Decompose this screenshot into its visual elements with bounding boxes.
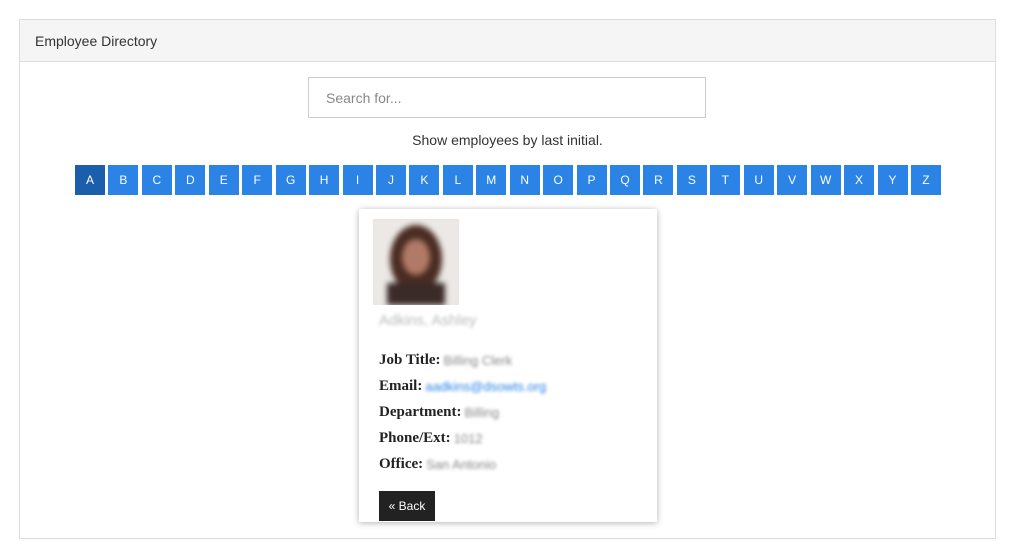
letter-button-u[interactable]: U	[743, 165, 774, 195]
letter-button-q[interactable]: Q	[610, 165, 640, 195]
letter-button-e[interactable]: E	[208, 165, 239, 195]
employee-name: Adkins, Ashley	[379, 312, 477, 329]
initial-hint: Show employees by last initial.	[412, 132, 603, 148]
letter-button-c[interactable]: C	[141, 165, 172, 195]
letter-button-a[interactable]: A	[75, 165, 105, 195]
letter-button-r[interactable]: R	[643, 165, 674, 195]
office-value: San Antonio	[426, 457, 497, 472]
letter-button-p[interactable]: P	[576, 165, 607, 195]
email-row: Email: aadkins@dsowts.org	[379, 378, 546, 395]
letter-button-o[interactable]: O	[543, 165, 574, 195]
letter-button-f[interactable]: F	[242, 165, 273, 195]
email-label: Email:	[379, 378, 423, 394]
back-button[interactable]: « Back	[379, 491, 435, 521]
letter-button-w[interactable]: W	[810, 165, 841, 195]
directory-panel: Employee Directory Show employees by las…	[19, 19, 996, 539]
job-title-value: Billing Clerk	[443, 353, 513, 368]
letter-button-y[interactable]: Y	[877, 165, 908, 195]
job-title-row: Job Title: Billing Clerk	[379, 352, 512, 369]
department-value: Billing	[464, 405, 500, 420]
letter-button-g[interactable]: G	[275, 165, 306, 195]
phone-row: Phone/Ext: 1012	[379, 430, 483, 447]
letter-button-k[interactable]: K	[409, 165, 440, 195]
phone-label: Phone/Ext:	[379, 430, 451, 446]
office-row: Office: San Antonio	[379, 456, 496, 473]
letter-button-m[interactable]: M	[476, 165, 507, 195]
department-label: Department:	[379, 404, 462, 420]
phone-value: 1012	[453, 431, 483, 446]
panel-title: Employee Directory	[35, 32, 158, 49]
letter-button-x[interactable]: X	[844, 165, 875, 195]
letter-button-v[interactable]: V	[777, 165, 808, 195]
letter-button-z[interactable]: Z	[910, 165, 941, 195]
job-title-label: Job Title:	[379, 352, 441, 368]
letter-filter-bar: ABCDEFGHIJKLMNOPQRSTUVWXYZ	[75, 165, 941, 195]
employee-card: Adkins, Ashley Job Title: Billing Clerk …	[359, 209, 657, 522]
letter-button-i[interactable]: I	[342, 165, 373, 195]
letter-button-t[interactable]: T	[710, 165, 741, 195]
letter-button-l[interactable]: L	[442, 165, 473, 195]
employee-photo	[373, 219, 459, 305]
office-label: Office:	[379, 456, 424, 472]
department-row: Department: Billing	[379, 404, 499, 421]
letter-button-n[interactable]: N	[509, 165, 540, 195]
letter-button-d[interactable]: D	[175, 165, 206, 195]
letter-button-s[interactable]: S	[676, 165, 707, 195]
search-input[interactable]	[308, 77, 706, 118]
email-link[interactable]: aadkins@dsowts.org	[425, 379, 546, 394]
letter-button-j[interactable]: J	[375, 165, 406, 195]
letter-button-h[interactable]: H	[309, 165, 340, 195]
letter-button-b[interactable]: B	[108, 165, 139, 195]
panel-header: Employee Directory	[20, 20, 995, 62]
